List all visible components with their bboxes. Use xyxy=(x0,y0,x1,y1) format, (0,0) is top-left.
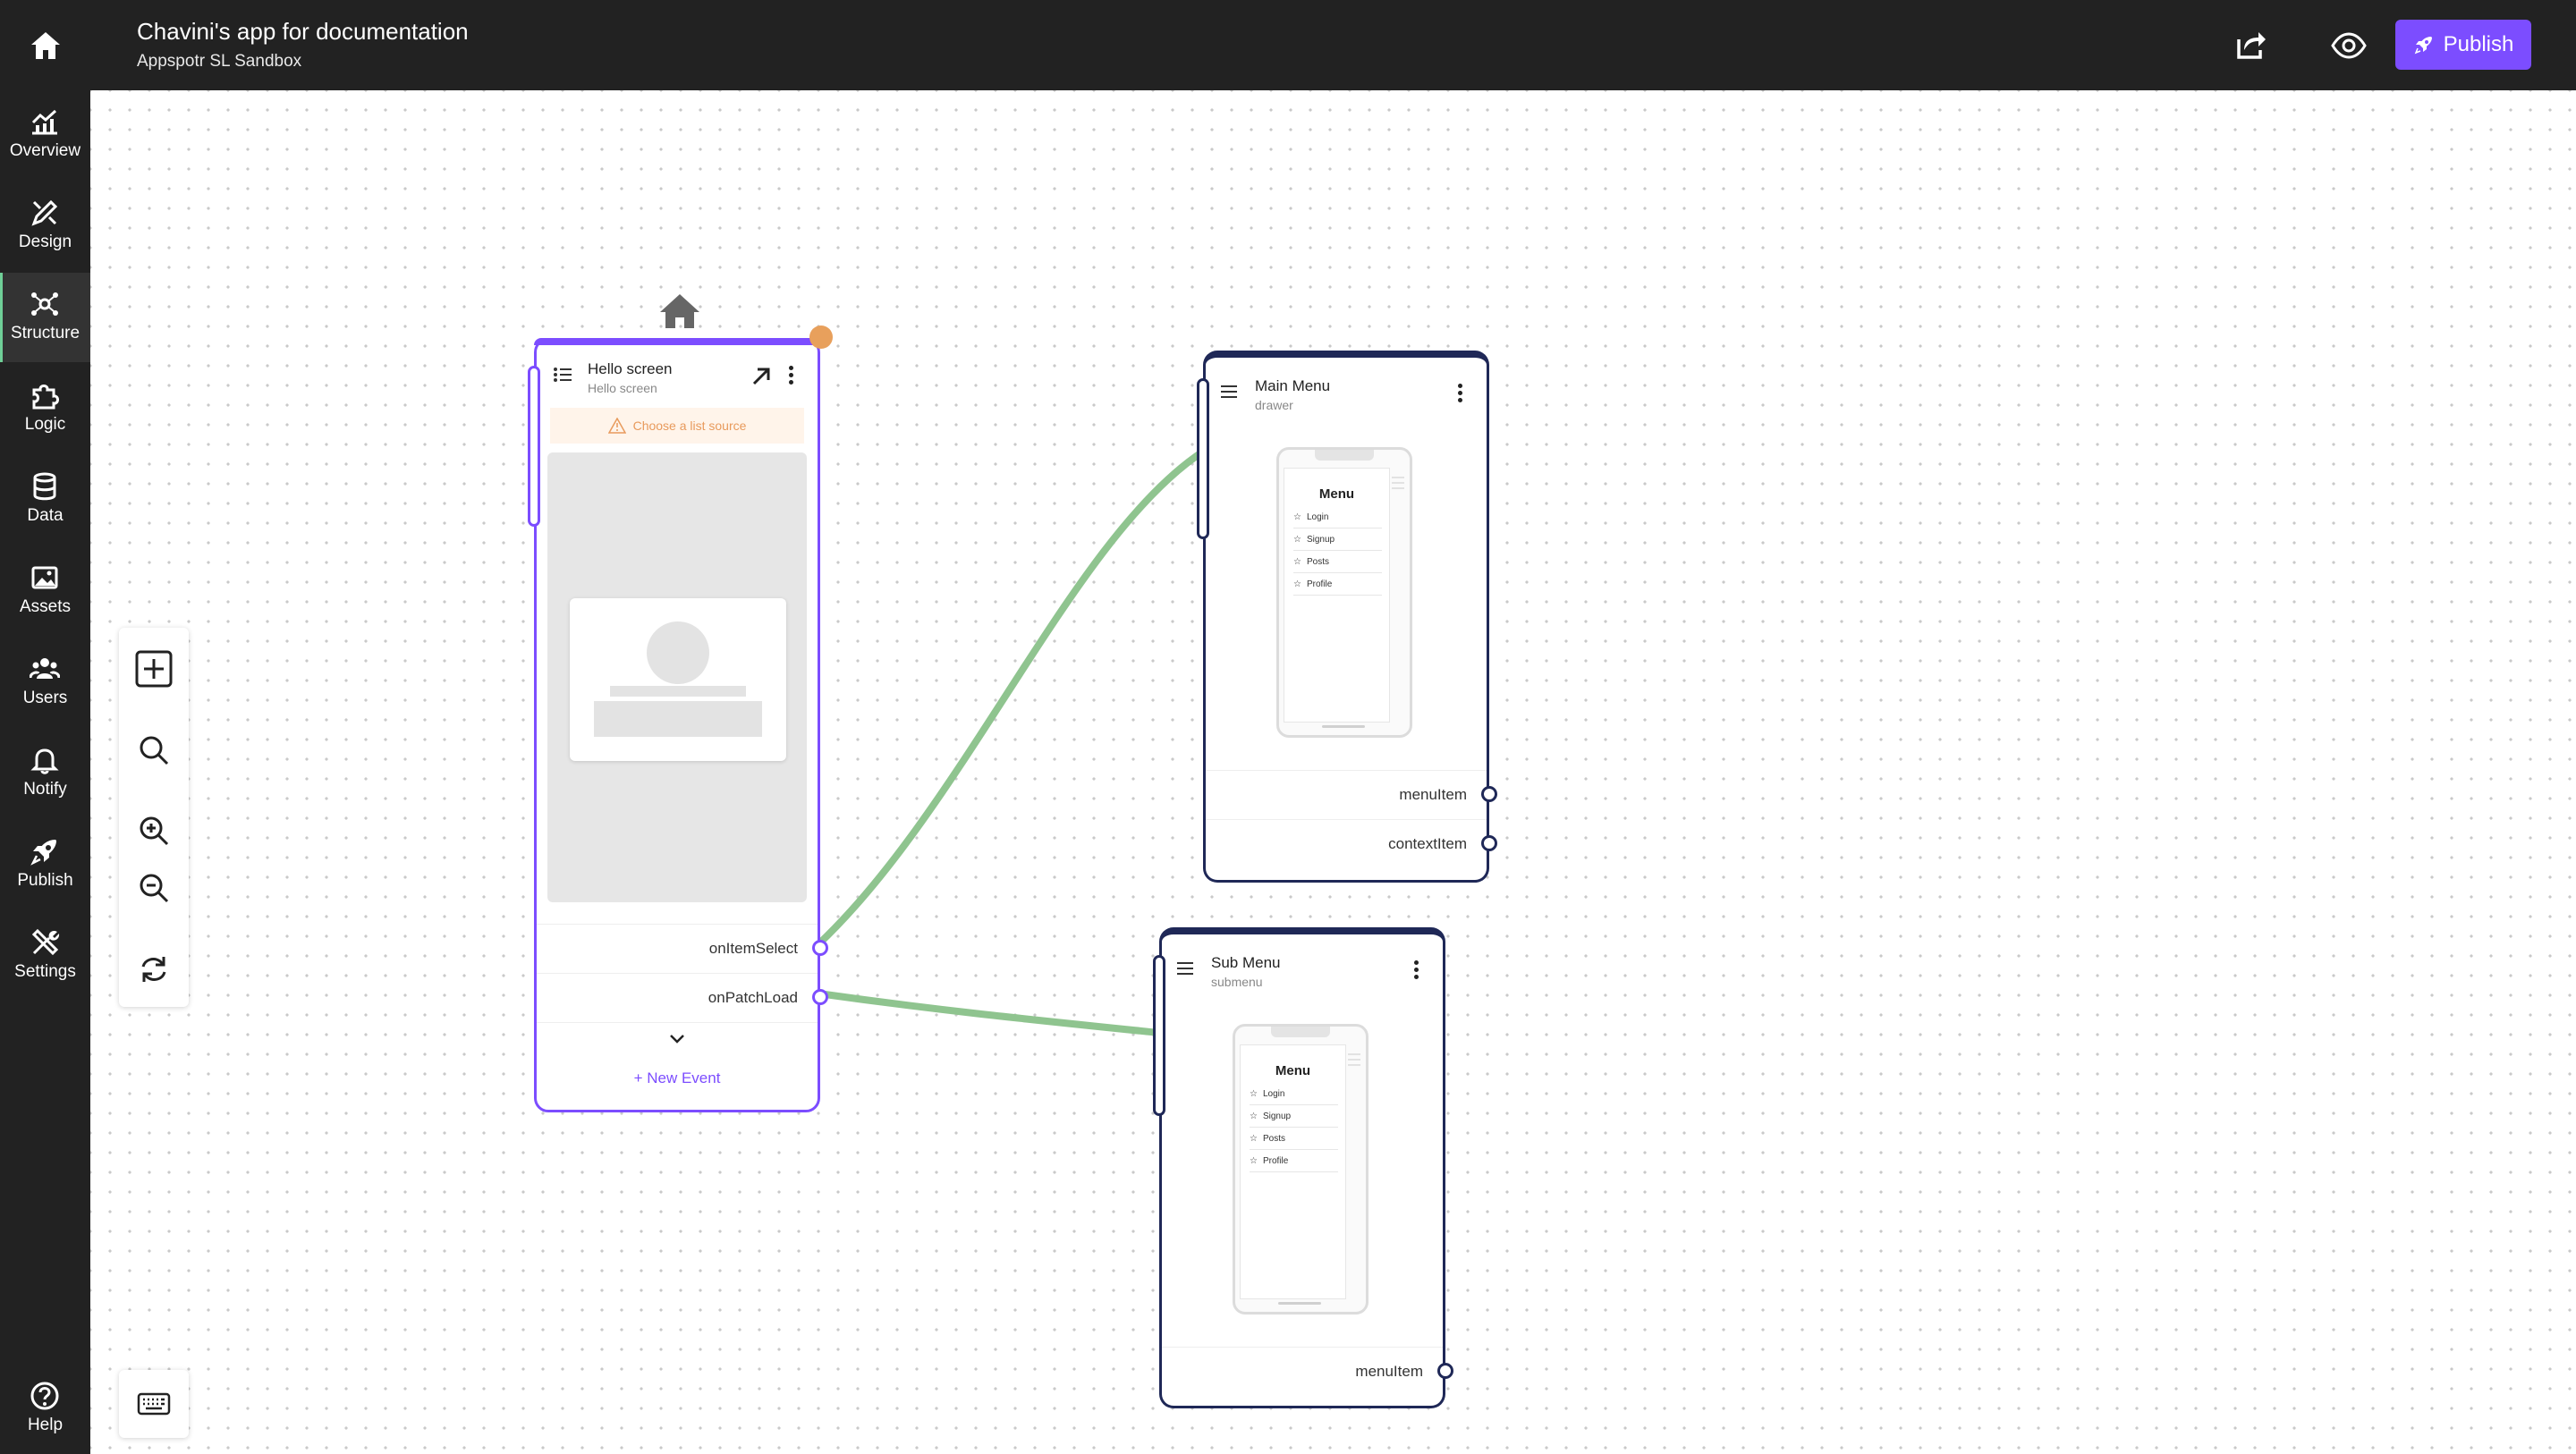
star-icon: ☆ xyxy=(1293,511,1301,522)
menu-phone-preview: Menu ☆ Login ☆ Signup ☆ Posts ☆ Profile xyxy=(1276,447,1412,738)
start-screen-home-icon xyxy=(660,294,699,328)
connection-onpatchload-to-sub-menu xyxy=(818,990,1160,1036)
open-arrow-icon[interactable] xyxy=(750,366,772,387)
star-icon: ☆ xyxy=(1293,556,1301,567)
preview-menu-item-label: Profile xyxy=(1262,1155,1289,1166)
output-port[interactable] xyxy=(1481,786,1497,802)
output-port[interactable] xyxy=(812,989,828,1005)
add-node-button[interactable] xyxy=(131,647,176,691)
plus-square-icon xyxy=(135,650,173,688)
main-menu-node[interactable]: Main Menu drawer Menu ☆ Login ☆ Signup ☆ Po… xyxy=(1197,351,1497,883)
list-source-warning[interactable]: Choose a list source xyxy=(550,408,804,444)
phone-screen: Menu ☆ Login ☆ Signup ☆ Posts ☆ Profile xyxy=(1284,468,1390,723)
port-row-menuitem[interactable]: menuItem xyxy=(1206,770,1497,819)
start-indicator xyxy=(809,325,833,349)
event-label: onPatchLoad xyxy=(708,989,798,1006)
sub-menu-node[interactable]: Sub Menu submenu Menu ☆ Login ☆ Signup ☆ Po… xyxy=(1153,927,1453,1408)
zoom-out-button[interactable] xyxy=(131,866,176,910)
phone-screen: Menu ☆ Login ☆ Signup ☆ Posts ☆ Profile xyxy=(1240,1044,1346,1299)
keyboard-icon xyxy=(137,1392,171,1416)
preview-menu-item-label: Posts xyxy=(1306,556,1329,567)
preview-menu-item: ☆ Signup xyxy=(1293,528,1382,551)
node-top-bar xyxy=(534,338,820,345)
node-title: Sub Menu xyxy=(1211,954,1281,971)
preview-menu-item-label: Login xyxy=(1306,511,1329,522)
placeholder-card xyxy=(570,598,786,761)
more-options-icon[interactable] xyxy=(789,366,794,387)
placeholder-block xyxy=(594,701,762,737)
star-icon: ☆ xyxy=(1250,1088,1258,1099)
list-icon xyxy=(554,368,572,382)
preview-menu-item: ☆ Profile xyxy=(1250,1150,1338,1172)
input-handle[interactable] xyxy=(1197,378,1209,539)
preview-menu-item: ☆ Login xyxy=(1293,506,1382,528)
hello-screen-node[interactable]: Hello screen Hello screen Choose a list … xyxy=(528,325,833,1112)
star-icon: ☆ xyxy=(1250,1111,1258,1121)
node-title: Main Menu xyxy=(1255,377,1331,394)
star-icon: ☆ xyxy=(1293,534,1301,545)
phone-home-bar xyxy=(1278,1302,1321,1305)
output-port[interactable] xyxy=(812,940,828,956)
event-footer: + New Event xyxy=(537,1022,818,1112)
preview-menu-title: Menu xyxy=(1318,486,1355,502)
phone-home-bar xyxy=(1322,725,1365,728)
reset-layout-button[interactable] xyxy=(131,947,176,992)
preview-menu-item: ☆ Posts xyxy=(1293,551,1382,573)
preview-menu-item-label: Login xyxy=(1262,1088,1285,1099)
preview-menu-item-label: Posts xyxy=(1262,1133,1285,1144)
menu-icon xyxy=(1221,385,1237,398)
output-port[interactable] xyxy=(1437,1363,1453,1379)
input-handle[interactable] xyxy=(1153,955,1165,1116)
phone-side-lines xyxy=(1348,1053,1360,1069)
preview-menu-item-label: Profile xyxy=(1306,579,1333,589)
node-subtitle: submenu xyxy=(1211,975,1263,989)
new-event-button[interactable]: + New Event xyxy=(537,1069,818,1087)
event-label: onItemSelect xyxy=(708,940,798,957)
more-options-icon[interactable] xyxy=(1414,960,1419,982)
preview-menu-item: ☆ Profile xyxy=(1293,573,1382,596)
star-icon: ☆ xyxy=(1293,579,1301,589)
warning-text: Choose a list source xyxy=(632,418,747,433)
zoom-in-icon xyxy=(140,816,169,846)
phone-notch xyxy=(1315,450,1374,461)
port-row-contextitem[interactable]: contextItem xyxy=(1206,819,1497,868)
preview-menu-title: Menu xyxy=(1275,1063,1311,1078)
input-handle[interactable] xyxy=(528,366,540,527)
chevron-down-icon[interactable] xyxy=(669,1034,685,1044)
screen-preview xyxy=(547,452,807,902)
keyboard-shortcuts-button[interactable] xyxy=(119,1370,189,1438)
port-row-menuitem[interactable]: menuItem xyxy=(1162,1347,1453,1396)
placeholder-line xyxy=(610,686,746,697)
menu-icon xyxy=(1177,962,1193,975)
search-button[interactable] xyxy=(131,728,176,773)
warning-icon xyxy=(607,418,626,434)
more-options-icon[interactable] xyxy=(1458,384,1463,405)
canvas-toolbar xyxy=(119,628,189,1007)
phone-notch xyxy=(1271,1027,1330,1037)
node-title: Hello screen xyxy=(588,360,673,377)
preview-menu-item: ☆ Signup xyxy=(1250,1105,1338,1128)
preview-menu-item: ☆ Posts xyxy=(1250,1128,1338,1150)
menu-phone-preview: Menu ☆ Login ☆ Signup ☆ Posts ☆ Profile xyxy=(1233,1024,1368,1315)
connection-onitemselect-to-main-menu xyxy=(816,448,1206,947)
refresh-icon xyxy=(141,957,166,982)
search-icon xyxy=(140,736,169,765)
node-subtitle: drawer xyxy=(1255,398,1293,412)
star-icon: ☆ xyxy=(1250,1133,1258,1144)
phone-side-lines xyxy=(1392,477,1404,493)
output-port[interactable] xyxy=(1481,835,1497,851)
star-icon: ☆ xyxy=(1250,1155,1258,1166)
preview-menu-item-label: Signup xyxy=(1262,1111,1292,1121)
preview-menu-item-label: Signup xyxy=(1306,534,1335,545)
preview-menu-item: ☆ Login xyxy=(1250,1083,1338,1105)
port-label: contextItem xyxy=(1388,835,1467,852)
zoom-out-icon xyxy=(140,874,169,903)
event-row-onitemselect[interactable]: onItemSelect xyxy=(537,924,828,973)
port-label: menuItem xyxy=(1355,1363,1423,1380)
placeholder-avatar xyxy=(647,621,709,684)
event-row-onpatchload[interactable]: onPatchLoad xyxy=(537,973,828,1022)
port-label: menuItem xyxy=(1399,786,1467,803)
node-subtitle: Hello screen xyxy=(588,381,657,395)
zoom-in-button[interactable] xyxy=(131,808,176,853)
